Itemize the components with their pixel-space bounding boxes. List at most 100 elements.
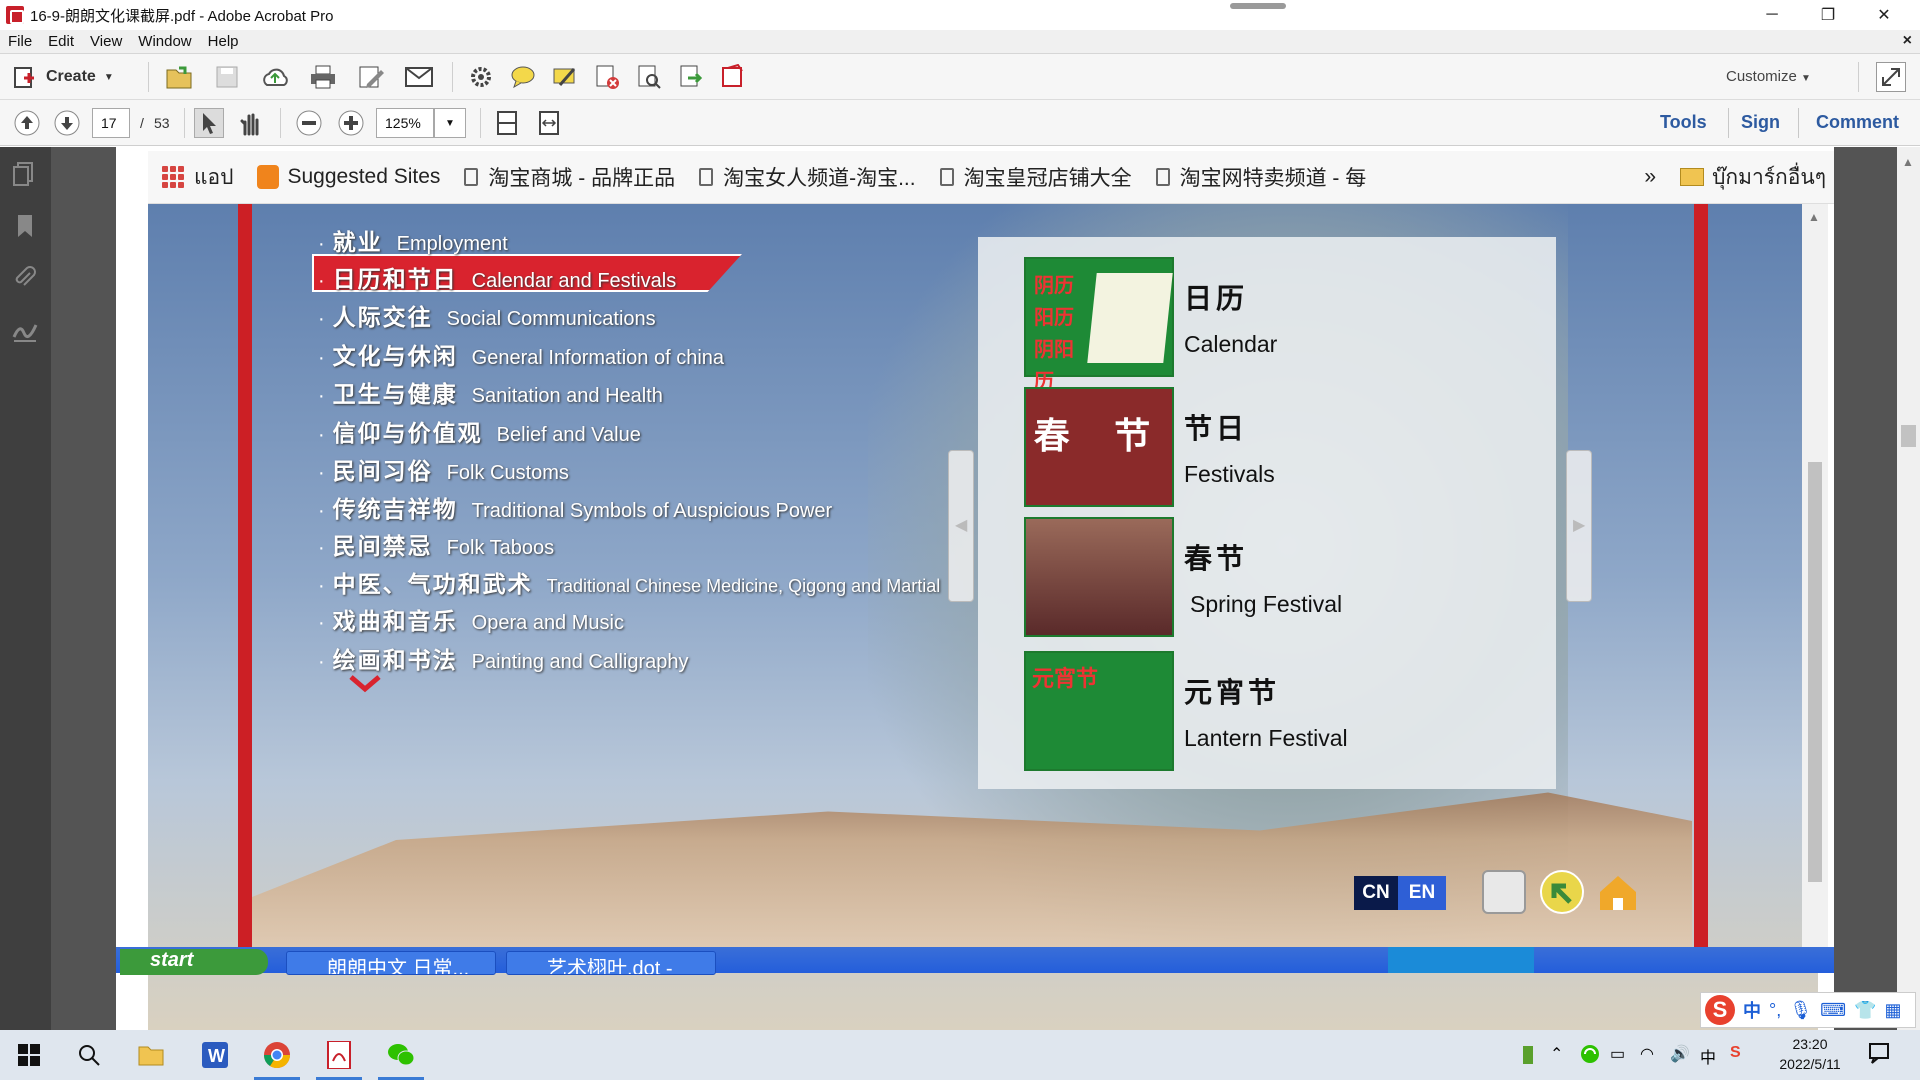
restore-button[interactable]: ❐: [1800, 0, 1856, 30]
topic-en[interactable]: Calendar: [1184, 331, 1277, 358]
language-cn-button[interactable]: CN: [1354, 876, 1398, 910]
chrome-button[interactable]: [252, 1030, 302, 1080]
topic-menu-item[interactable]: · 就业 Employment: [318, 223, 508, 257]
highlight-button[interactable]: [550, 62, 580, 92]
xp-task-item[interactable]: 朗朗中文 日常...: [286, 951, 496, 975]
xp-start-button[interactable]: start: [120, 949, 268, 975]
close-button[interactable]: ✕: [1856, 0, 1912, 30]
language-en-button[interactable]: EN: [1398, 876, 1446, 910]
bookmark-item[interactable]: 淘宝女人频道-淘宝...: [699, 162, 916, 192]
bookmark-suggested-sites[interactable]: Suggested Sites: [257, 165, 440, 189]
search-doc-button[interactable]: [634, 62, 664, 92]
chevron-up-icon[interactable]: ⌃: [1550, 1044, 1572, 1066]
snap-handle[interactable]: [1230, 3, 1286, 9]
bookmark-item[interactable]: 淘宝商城 - 品牌正品: [464, 162, 675, 192]
device-icon[interactable]: ▭: [1610, 1044, 1632, 1066]
scrollbar-thumb[interactable]: [1901, 425, 1916, 447]
topic-menu-item[interactable]: · 传统吉祥物 Traditional Symbols of Auspicious …: [318, 490, 832, 524]
wechat-button[interactable]: [376, 1030, 426, 1080]
bookmark-item[interactable]: 淘宝皇冠店铺大全: [939, 162, 1132, 192]
bookmark-item[interactable]: 淘宝网特卖频道 - 每: [1155, 162, 1366, 192]
acrobat-button[interactable]: [314, 1030, 364, 1080]
open-button[interactable]: [164, 62, 194, 92]
zoom-dropdown[interactable]: ▼: [434, 108, 466, 138]
page-thumbnails-icon[interactable]: [12, 161, 38, 187]
home-icon[interactable]: [1596, 870, 1640, 914]
ime-mode-label[interactable]: 中: [1743, 997, 1761, 1023]
email-button[interactable]: [404, 62, 434, 92]
wifi-icon[interactable]: ◠: [1640, 1044, 1662, 1066]
customize-dropdown[interactable]: Customize ▼: [1726, 68, 1811, 85]
sogou-tray-icon[interactable]: S: [1730, 1044, 1752, 1066]
back-arrow-icon[interactable]: [1540, 870, 1584, 914]
microphone-icon[interactable]: 🎙: [1789, 1000, 1812, 1021]
punctuation-icon[interactable]: °,: [1769, 1000, 1781, 1021]
menu-file[interactable]: File: [0, 33, 40, 50]
topic-menu-item[interactable]: · 戏曲和音乐 Opera and Music: [318, 602, 624, 636]
volume-icon[interactable]: 🔊: [1670, 1044, 1692, 1066]
topic-menu-item[interactable]: · 文化与休闲 General Information of china: [318, 337, 724, 371]
minimize-button[interactable]: ─: [1744, 0, 1800, 30]
export-button[interactable]: [676, 62, 706, 92]
fit-width-button[interactable]: [534, 108, 564, 138]
next-panel-tab[interactable]: ▶: [1566, 450, 1592, 602]
print-button[interactable]: [308, 62, 338, 92]
topic-cn[interactable]: 元宵节: [1184, 671, 1280, 711]
remove-button[interactable]: [592, 62, 622, 92]
signature-icon[interactable]: [12, 317, 38, 343]
scrollbar-thumb[interactable]: [1808, 462, 1822, 882]
topic-menu-item[interactable]: · 民间禁忌 Folk Taboos: [318, 527, 554, 561]
tools-pane-button[interactable]: Tools: [1660, 112, 1707, 133]
comment-tool-button[interactable]: [508, 62, 538, 92]
menu-help[interactable]: Help: [200, 33, 247, 50]
search-button[interactable]: [64, 1030, 114, 1080]
topic-cn[interactable]: 节日: [1184, 407, 1248, 447]
zoom-input[interactable]: 125%: [376, 108, 434, 138]
fullscreen-button[interactable]: [1876, 62, 1906, 92]
menu-window[interactable]: Window: [130, 33, 199, 50]
book-icon[interactable]: [1482, 870, 1526, 914]
keyboard-icon[interactable]: ⌨: [1820, 1000, 1846, 1021]
inner-browser-scrollbar[interactable]: ▲ ▼: [1802, 204, 1828, 970]
notification-icon[interactable]: [1868, 1042, 1890, 1064]
topic-cn[interactable]: 日历: [1184, 277, 1248, 317]
calendar-thumbnail[interactable]: 阴历 阳历 阴阳历: [1024, 257, 1174, 393]
save-button[interactable]: [212, 62, 242, 92]
lantern-festival-thumbnail[interactable]: 元宵节: [1024, 651, 1174, 771]
bookmarks-overflow-button[interactable]: »: [1644, 165, 1656, 189]
document-scrollbar[interactable]: ▲: [1897, 147, 1920, 1030]
grid-icon[interactable]: ▦: [1884, 1000, 1901, 1021]
festivals-thumbnail[interactable]: 春 节: [1024, 387, 1174, 507]
spring-festival-thumbnail[interactable]: [1024, 517, 1174, 637]
topic-menu-item[interactable]: · 人际交往 Social Communications: [318, 298, 656, 332]
start-button[interactable]: [4, 1030, 54, 1080]
bookmark-apps[interactable]: แอป: [194, 161, 233, 194]
sync-icon[interactable]: [1580, 1044, 1602, 1066]
previous-panel-tab[interactable]: ◀: [948, 450, 974, 602]
xp-task-item[interactable]: 艺术栩叶.dot -: [506, 951, 716, 975]
menu-edit[interactable]: Edit: [40, 33, 82, 50]
edit-button[interactable]: [356, 62, 386, 92]
redact-button[interactable]: [718, 62, 748, 92]
zoom-in-button[interactable]: [336, 108, 366, 138]
previous-page-button[interactable]: [12, 108, 42, 138]
select-tool-button[interactable]: [194, 108, 224, 138]
topic-menu-item[interactable]: · 绘画和书法 Painting and Calligraphy: [318, 641, 688, 675]
topic-menu-item[interactable]: · 卫生与健康 Sanitation and Health: [318, 375, 663, 409]
zoom-out-button[interactable]: [294, 108, 324, 138]
comment-pane-button[interactable]: Comment: [1816, 112, 1899, 133]
fit-page-button[interactable]: [492, 108, 522, 138]
topic-menu-item-active[interactable]: · 日历和节日 Calendar and Festivals: [318, 260, 676, 294]
clock[interactable]: 23:20 2022/5/11: [1770, 1034, 1850, 1074]
skin-icon[interactable]: 👕: [1854, 1000, 1876, 1021]
settings-button[interactable]: [466, 62, 496, 92]
topic-en[interactable]: Spring Festival: [1190, 591, 1342, 618]
upload-button[interactable]: [260, 62, 290, 92]
bookmarks-icon[interactable]: [12, 213, 38, 239]
apps-grid-icon[interactable]: [162, 166, 184, 188]
paperclip-icon[interactable]: [12, 265, 38, 291]
other-bookmarks-folder[interactable]: บุ๊กมาร์กอื่นๆ: [1680, 161, 1826, 194]
topic-cn[interactable]: 春节: [1184, 537, 1248, 577]
ime-icon[interactable]: 中: [1700, 1044, 1722, 1067]
sogou-icon[interactable]: S: [1705, 995, 1735, 1025]
